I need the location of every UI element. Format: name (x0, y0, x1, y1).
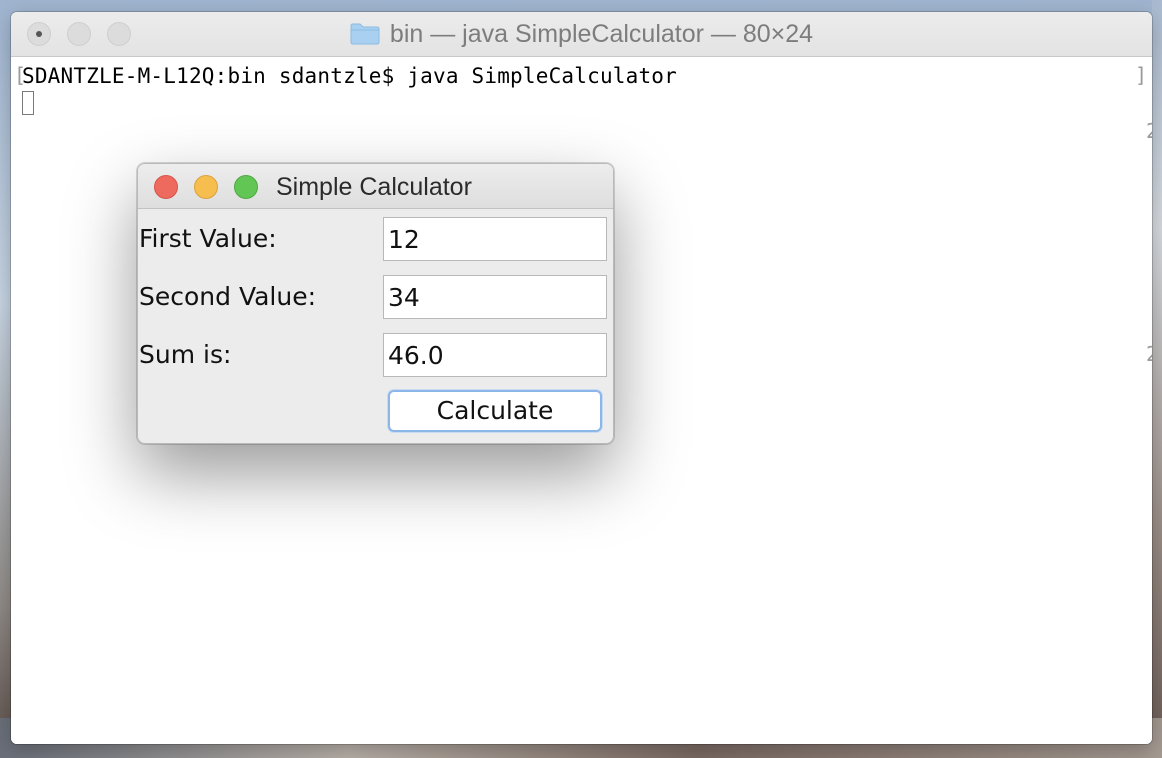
folder-icon (350, 23, 380, 45)
calculator-close-button[interactable] (154, 175, 178, 199)
line-bracket-right: ] (1134, 63, 1147, 87)
terminal-titlebar[interactable]: bin — java SimpleCalculator — 80×24 (11, 12, 1152, 57)
calculator-zoom-button[interactable] (234, 175, 258, 199)
overflow-digit: 2 (1145, 119, 1152, 143)
sum-output-field[interactable] (383, 333, 607, 377)
calculator-title: Simple Calculator (276, 173, 472, 201)
first-value-input[interactable] (383, 217, 607, 261)
calculator-minimize-button[interactable] (194, 175, 218, 199)
terminal-title-wrap: bin — java SimpleCalculator — 80×24 (11, 12, 1152, 56)
calculator-window[interactable]: Simple Calculator First Value: Second Va… (137, 163, 614, 444)
second-value-input[interactable] (383, 275, 607, 319)
terminal-title: bin — java SimpleCalculator — 80×24 (389, 19, 814, 48)
second-value-label: Second Value: (139, 282, 317, 311)
terminal-prompt-line: SDANTZLE-M-L12Q:bin sdantzle$ java Simpl… (22, 64, 677, 88)
desktop-background (1152, 0, 1162, 758)
terminal-cursor (22, 91, 34, 115)
first-value-label: First Value: (139, 224, 277, 253)
calculator-titlebar[interactable]: Simple Calculator (138, 164, 613, 209)
overflow-digit: 2 (1145, 342, 1152, 366)
sum-label: Sum is: (139, 340, 232, 369)
calculate-button[interactable]: Calculate (388, 390, 602, 432)
